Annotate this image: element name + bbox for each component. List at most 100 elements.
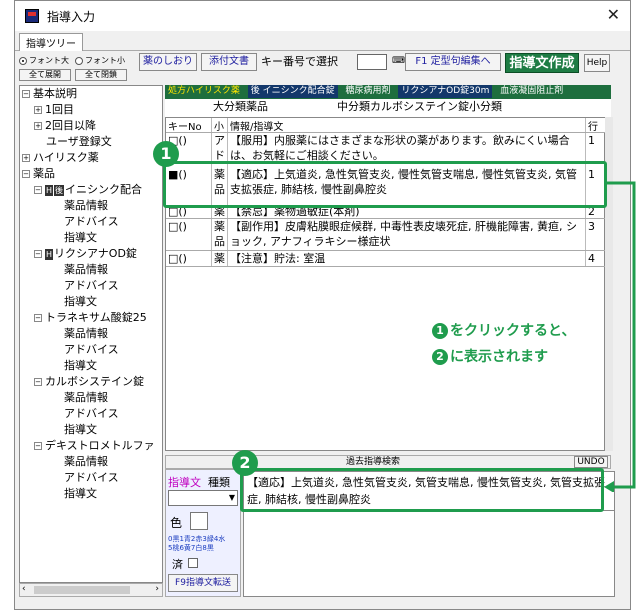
phrase-edit-button[interactable]: F1 定型句編集へ [405,53,501,71]
collapse-icon[interactable]: − [34,186,42,194]
dropdown-arrow-icon[interactable]: ▼ [229,493,235,502]
col-key: キーNo [166,118,212,132]
radio-off-icon [75,56,83,65]
scroll-right-icon[interactable]: › [155,584,159,594]
package-insert-button[interactable]: 添付文書 [201,53,257,71]
tree-item-drug[interactable]: − H リクシアナOD錠 [34,246,137,262]
key-select-label: キー番号で選択 [261,55,338,68]
done-checkbox[interactable] [188,558,198,568]
row-text: 【副作用】皮膚粘膜眼症候群, 中毒性表皮壊死症, 肝機能障害, 黄疸, ショック… [228,219,586,250]
past-guidance-search-button[interactable]: 過去指導検索 [346,456,400,468]
tree-item-highrisk[interactable]: + ハイリスク薬 [22,150,99,166]
color-input[interactable] [190,512,208,530]
row-small: 薬品 [212,163,228,206]
tree-leaf[interactable]: アドバイス [64,470,119,486]
editor-empty-area[interactable] [243,511,615,597]
table-row[interactable]: □() 薬 【注意】貯法: 室温 4 [166,251,606,267]
expand-icon[interactable]: + [34,106,42,114]
help-button[interactable]: Help [584,54,610,72]
tree-leaf[interactable]: 薬品情報 [64,198,108,214]
tree-item-user[interactable]: ユーザ登録文 [46,134,112,150]
tree-leaf[interactable]: 指導文 [64,486,97,502]
row-text: 【服用】内服薬にはさまざまな形状の薬があります。飲みにくい場合は、お気軽にご相談… [228,133,586,162]
tree-item-drug[interactable]: − デキストロメトルファ [34,438,155,454]
tab-guidance-tree[interactable]: 指導ツリー [19,33,83,51]
table-row[interactable]: □() 薬 【禁忌】薬物過敏症(本剤) 2 [166,207,606,219]
tree-item-basic[interactable]: − 基本説明 [22,86,77,102]
collapse-all-button[interactable]: 全て閉鎖 [75,69,127,81]
tree-leaf[interactable]: 指導文 [64,422,97,438]
col-small: 小 [212,118,228,132]
guidance-label: 指導文 [168,476,201,489]
done-label: 済 [172,558,183,571]
close-button[interactable]: ✕ [607,5,620,24]
row-text: 【禁忌】薬物過敏症(本剤) [228,207,586,218]
row-small: 薬 [212,251,228,266]
category-chip: 血液凝固阻止剤 [500,86,564,96]
tree-item-first[interactable]: +1回目 [34,102,74,118]
grid-header: キーNo 小 情報/指導文 行 [166,118,606,133]
guidance-tree: − 基本説明 +1回目 +2回目以降 ユーザ登録文 + ハイリスク薬 − 薬品 − H 後… [19,85,163,583]
highrisk-chip: 処方ハイリスク薬 [168,86,240,96]
expand-all-button[interactable]: 全て展開 [19,69,71,81]
transfer-guidance-button[interactable]: F9指導文転送 [168,574,238,592]
collapse-icon[interactable]: − [22,170,30,178]
tree-leaf[interactable]: 指導文 [64,294,97,310]
row-key[interactable]: □() [166,219,212,250]
key-number-input[interactable] [357,54,387,70]
table-row-selected[interactable]: ■() 薬品 【適応】上気道炎, 急性気管支炎, 慢性気管支喘息, 慢性気管支炎… [166,163,606,207]
tree-leaf[interactable]: 指導文 [64,230,97,246]
title-bar: 指導入力 ✕ [15,1,630,31]
type-select[interactable]: ▼ [168,490,238,506]
tree-leaf[interactable]: 薬品情報 [64,262,108,278]
major-category: 大分類薬品 [213,100,268,113]
scroll-thumb[interactable] [34,586,130,594]
tree-item-second[interactable]: +2回目以降 [34,118,96,134]
row-key[interactable]: □() [166,251,212,266]
create-guidance-button[interactable]: 指導文作成 [505,53,579,73]
expand-icon[interactable]: + [34,122,42,130]
tree-horizontal-scrollbar[interactable]: ‹ › [19,583,163,597]
collapse-icon[interactable]: − [34,250,42,258]
tree-leaf[interactable]: 薬品情報 [64,326,108,342]
tree-leaf[interactable]: 薬品情報 [64,390,108,406]
tab-bar: 指導ツリー [15,31,630,51]
keyboard-icon[interactable]: ⌨ [392,56,405,66]
annotation-text: 1 をクリックすると、 2 に表示されます [432,318,575,370]
table-row[interactable]: □() 薬品 【副作用】皮膚粘膜眼症候群, 中毒性表皮壊死症, 肝機能障害, 黄… [166,219,606,251]
collapse-icon[interactable]: − [22,90,30,98]
font-large-radio[interactable]: フォント大 [19,55,69,66]
font-small-radio[interactable]: フォント小 [75,55,125,66]
collapse-icon[interactable]: − [34,442,42,450]
toolbar: フォント大 フォント小 全て展開 全て閉鎖 薬のしおり 添付文書 キー番号で選択… [19,53,626,83]
row-lines: 1 [588,134,595,147]
expand-icon[interactable]: + [22,154,30,162]
prescription-info-strip: 処方ハイリスク薬 後 イニシンク配合錠 糖尿病用剤 リクシアナOD錠30m 血液… [165,85,611,99]
row-key[interactable]: ■() [166,163,212,206]
window-title: 指導入力 [47,9,96,24]
tree-leaf[interactable]: 薬品情報 [64,454,108,470]
annotation-line-1: 1 をクリックすると、 [432,318,575,344]
collapse-icon[interactable]: − [34,314,42,322]
row-text: 【適応】上気道炎, 急性気管支炎, 慢性気管支喘息, 慢性気管支炎, 気管支拡張… [228,163,586,206]
tree-item-drug[interactable]: − H 後イニシンク配合 [34,182,142,198]
drug-chip: 後 イニシンク配合錠 [247,85,338,98]
row-key[interactable]: □() [166,207,212,218]
tree-item-drug[interactable]: − カルボシステイン錠 [34,374,144,390]
tree-item-drug[interactable]: − トラネキサム酸錠25 [34,310,147,326]
tree-item-drugs[interactable]: − 薬品 [22,166,55,182]
row-small: 薬 [212,207,228,218]
medicine-bookmark-button[interactable]: 薬のしおり [139,53,197,71]
scroll-left-icon[interactable]: ‹ [22,584,26,594]
tree-leaf[interactable]: アドバイス [64,406,119,422]
color-label: 色 [170,516,183,530]
row-small: 薬品 [212,219,228,250]
table-row[interactable]: □() アド 【服用】内服薬にはさまざまな形状の薬があります。飲みにくい場合は、… [166,133,606,163]
tree-leaf[interactable]: アドバイス [64,342,119,358]
highrisk-badge: H [45,185,54,196]
guidance-text-editor[interactable]: 【適応】上気道炎, 急性気管支炎, 気管支喘息, 慢性気管支炎, 気管支拡張症,… [243,471,615,511]
collapse-icon[interactable]: − [34,378,42,386]
tree-leaf[interactable]: アドバイス [64,214,119,230]
tree-leaf[interactable]: 指導文 [64,358,97,374]
tree-leaf[interactable]: アドバイス [64,278,119,294]
